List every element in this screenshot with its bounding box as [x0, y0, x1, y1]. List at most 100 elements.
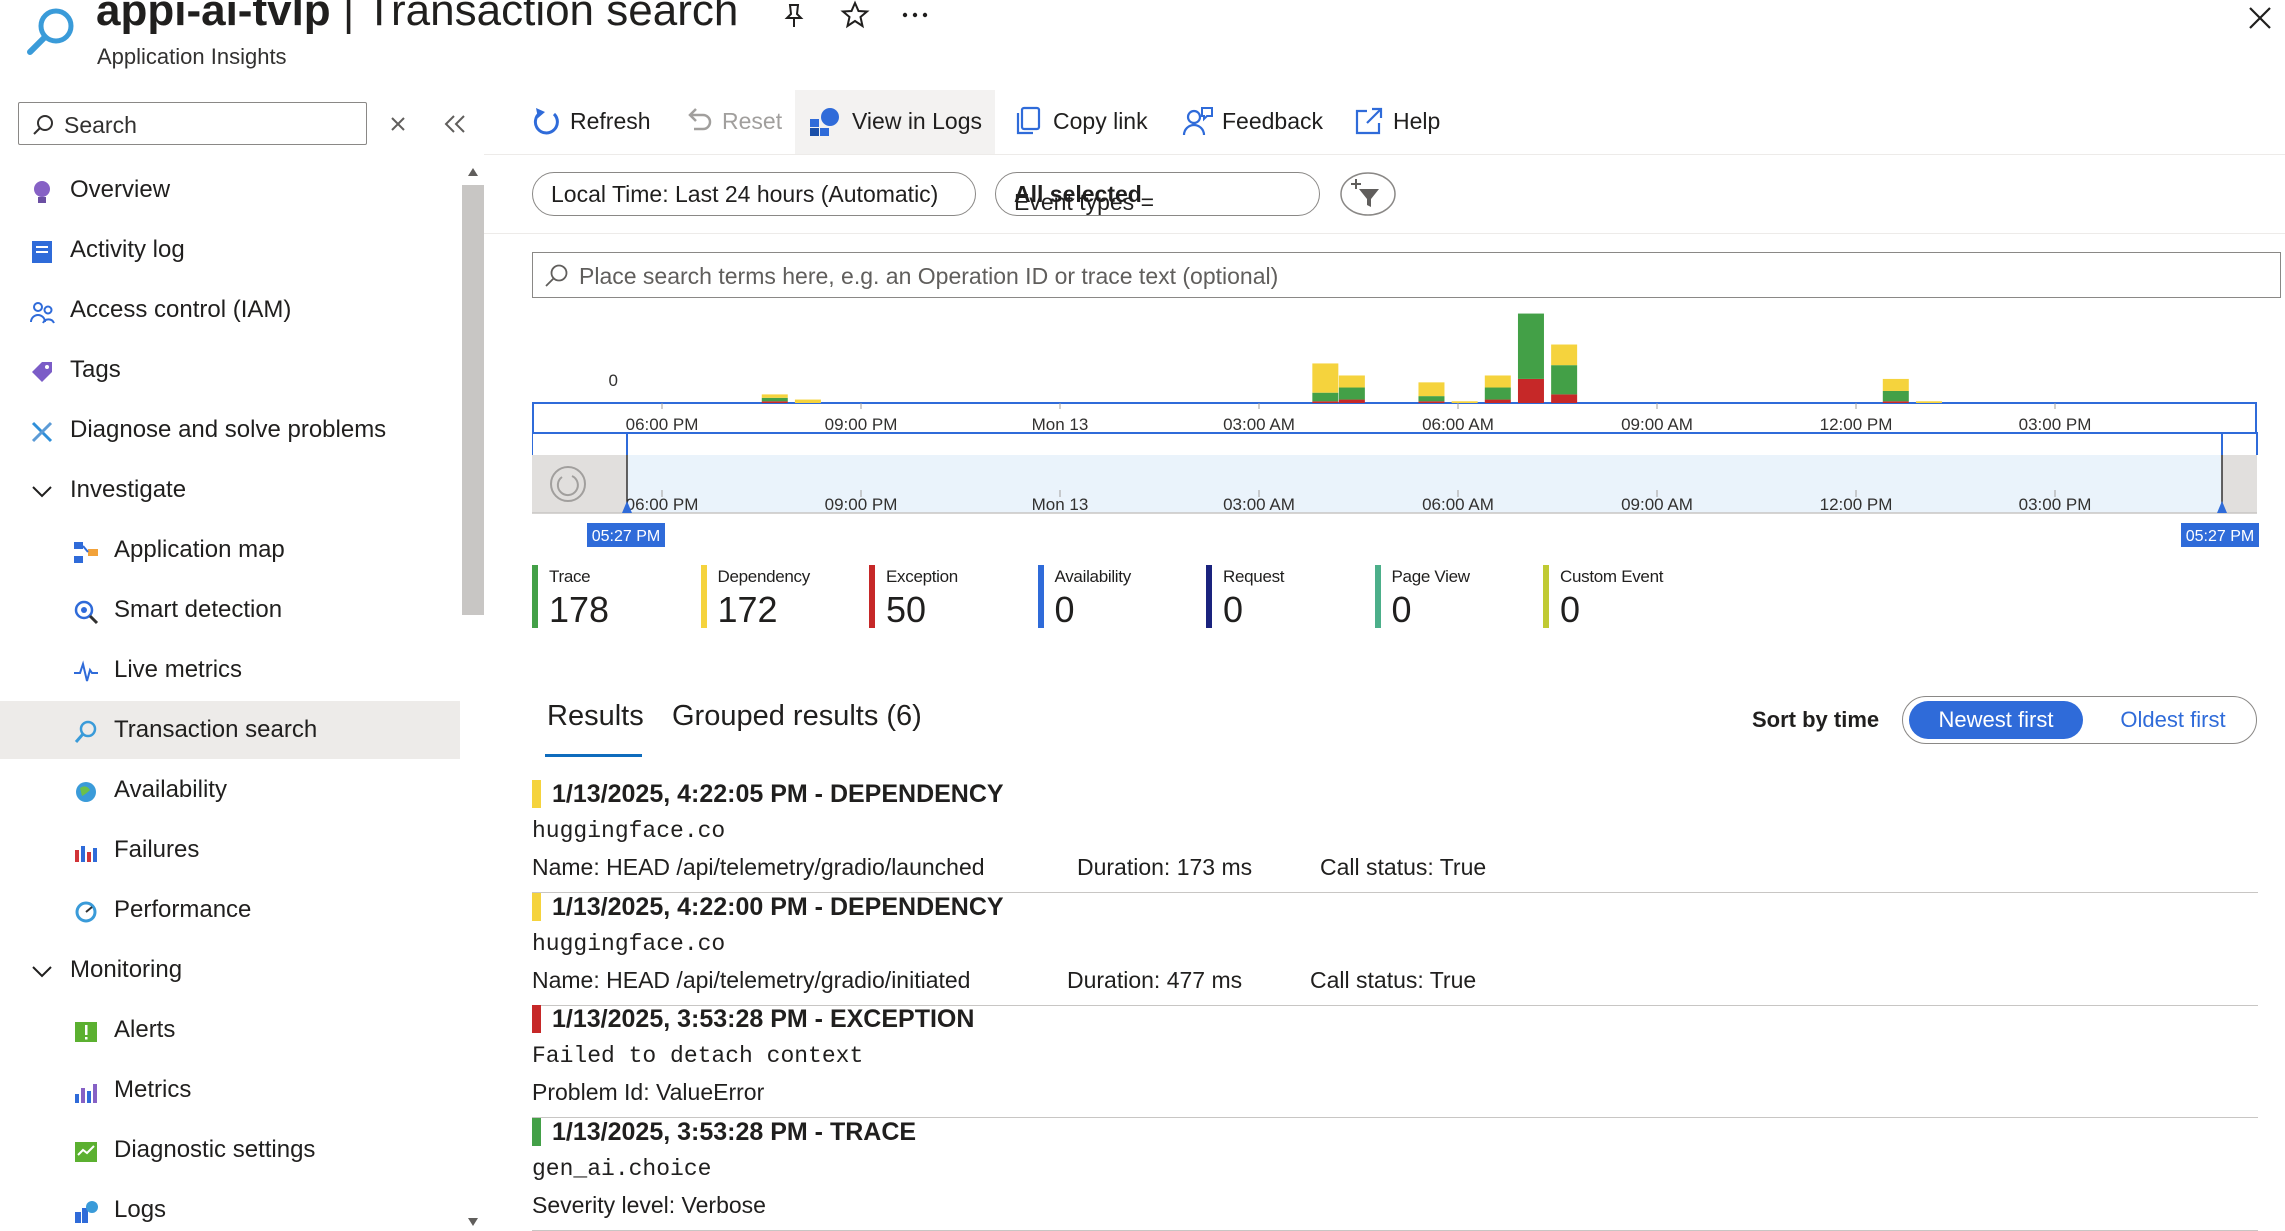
result-row[interactable]: 1/13/2025, 4:22:00 PM - DEPENDENCY huggin… [532, 892, 2258, 1006]
collapse-sidebar-icon[interactable] [443, 113, 467, 135]
legend-name: Dependency [717, 567, 811, 586]
sidebar-scroll-thumb[interactable] [462, 185, 484, 615]
nav-tick-label: 09:00 AM [1621, 495, 1693, 514]
chart-bar-dependency-10 [1915, 401, 1942, 403]
close-icon[interactable] [2246, 4, 2274, 32]
legend-item-exception[interactable]: Exception 50 [869, 565, 1029, 630]
sidebar-item-overview[interactable]: Overview [28, 176, 440, 210]
legend-item-request[interactable]: Request 0 [1206, 565, 1366, 630]
app-map-icon [74, 542, 98, 563]
sidebar-item-label: Investigate [70, 476, 187, 503]
sidebar-item-diagnose-and-solve-problems[interactable]: Diagnose and solve problems [28, 416, 440, 450]
sidebar-item-performance[interactable]: Performance [72, 896, 440, 930]
scroll-up-icon[interactable] [466, 166, 480, 178]
sort-oldest-button[interactable]: Oldest first [2098, 701, 2248, 739]
sidebar-item-label: Access control (IAM) [70, 296, 292, 323]
nav-tick-label: 09:00 PM [825, 495, 898, 514]
sidebar-item-alerts[interactable]: Alerts [72, 1016, 440, 1050]
logs-icon [810, 108, 839, 136]
search-icon [33, 115, 53, 135]
toolbar-divider [484, 154, 2285, 155]
legend-color-bar [1374, 565, 1381, 628]
help-button[interactable]: Help [1353, 90, 1453, 154]
transaction-search-input[interactable]: Place search terms here, e.g. an Operati… [532, 252, 2281, 298]
sidebar-item-availability[interactable]: Availability [72, 776, 440, 810]
refresh-button[interactable]: Refresh [530, 90, 651, 154]
sidebar-item-label: Live metrics [114, 656, 243, 683]
sidebar-item-logs[interactable]: Logs [72, 1196, 440, 1230]
chart-bar-trace-3 [1338, 387, 1365, 400]
reset-button[interactable]: Reset [682, 90, 792, 154]
events-histogram-chart[interactable]: 0 06:00 PM 09:00 PM Mon 13 03:00 AM 06:00 AM 0… [532, 305, 2262, 555]
chart-bar-dependency-8 [1551, 344, 1578, 366]
sidebar-item-smart-detection[interactable]: Smart detection [72, 596, 440, 630]
undo-icon [688, 108, 712, 131]
sidebar-item-failures[interactable]: Failures [72, 836, 440, 870]
chart-bar-exception-9 [1882, 401, 1909, 403]
legend-count: 0 [1054, 589, 1075, 630]
chart-bar-exception-0 [761, 401, 788, 403]
sidebar-item-activity-log[interactable]: Activity log [28, 236, 440, 270]
sidebar-item-label: Monitoring [70, 956, 183, 983]
chart-bar-trace-7 [1517, 313, 1544, 379]
pin-icon[interactable] [780, 2, 808, 30]
result-header: 1/13/2025, 4:22:00 PM - DEPENDENCY [552, 892, 1004, 921]
tab-grouped-results[interactable]: Grouped results (6) [672, 700, 922, 733]
event-types-pill[interactable]: Event types = All selected [995, 172, 1320, 216]
sidebar-item-diagnostic-settings[interactable]: Diagnostic settings [72, 1136, 440, 1170]
time-range-pill[interactable]: Local Time: Last 24 hours (Automatic) [532, 172, 976, 216]
clear-search-icon[interactable] [388, 114, 408, 134]
sidebar-item-monitoring[interactable]: Monitoring [28, 956, 440, 990]
diagnostic-settings-icon [75, 1142, 97, 1162]
sidebar-item-tags[interactable]: Tags [28, 356, 440, 390]
legend-item-page-view[interactable]: Page View 0 [1374, 565, 1535, 630]
star-icon[interactable] [840, 0, 870, 30]
legend-item-dependency[interactable]: Dependency 172 [700, 565, 861, 630]
sidebar-item-live-metrics[interactable]: Live metrics [72, 656, 440, 690]
result-target: huggingface.co [532, 930, 726, 957]
result-row[interactable]: 1/13/2025, 4:22:05 PM - DEPENDENCY huggin… [532, 780, 2258, 893]
result-detail-name: Severity level: Verbose [532, 1191, 766, 1218]
sidebar-item-access-control-iam[interactable]: Access control (IAM) [28, 296, 440, 330]
x-tick-label: 03:00 PM [2019, 415, 2092, 434]
x-tick-label: 06:00 AM [1422, 415, 1494, 434]
legend-item-custom-event[interactable]: Custom Event 0 [1543, 565, 1703, 630]
external-link-icon [1355, 107, 1383, 135]
legend-item-availability[interactable]: Availability 0 [1037, 565, 1198, 630]
sidebar-item-application-map[interactable]: Application map [72, 536, 440, 570]
sidebar-item-label: Smart detection [114, 596, 283, 623]
sidebar-item-label: Alerts [114, 1016, 176, 1043]
sidebar-search-input[interactable]: Search [18, 102, 367, 145]
sidebar-item-transaction-search[interactable]: Transaction search [72, 716, 440, 750]
chart-bar-exception-7 [1517, 378, 1544, 403]
sidebar-item-investigate[interactable]: Investigate [28, 476, 440, 510]
nav-tick-label: 12:00 PM [1820, 495, 1893, 514]
sidebar-item-label: Metrics [114, 1076, 192, 1103]
view-in-logs-button[interactable]: View in Logs [808, 90, 993, 154]
sort-newest-button[interactable]: Newest first [1909, 701, 2083, 739]
x-tick-label: 12:00 PM [1820, 415, 1893, 434]
result-detail-duration: Duration: 173 ms [1077, 854, 1253, 880]
sidebar-item-label: Tags [70, 356, 121, 383]
chart-bar-dependency-4 [1418, 382, 1445, 397]
add-filter-icon[interactable] [1339, 171, 1397, 217]
logs-icon [75, 1201, 98, 1223]
legend-name: Trace [549, 567, 591, 586]
copy-link-button[interactable]: Copy link [1013, 90, 1153, 154]
result-row[interactable]: 1/13/2025, 3:53:28 PM - TRACE gen_ai.choi… [532, 1117, 2258, 1231]
app-insights-search-icon [27, 8, 74, 55]
chart-bar-exception-8 [1551, 394, 1578, 403]
sidebar-item-metrics[interactable]: Metrics [72, 1076, 440, 1110]
legend-color-bar [532, 565, 538, 628]
feedback-button[interactable]: Feedback [1182, 90, 1323, 154]
legend-name: Page View [1391, 567, 1471, 586]
sidebar-item-label: Activity log [70, 236, 185, 263]
more-icon[interactable] [900, 10, 930, 20]
result-detail-duration: Duration: 477 ms [1067, 966, 1243, 993]
scroll-down-icon[interactable] [466, 1216, 480, 1228]
tab-results[interactable]: Results [547, 700, 644, 733]
chart-bar-trace-2 [1312, 392, 1339, 402]
event-type-color-bar [532, 1005, 541, 1033]
result-row[interactable]: 1/13/2025, 3:53:28 PM - EXCEPTION Failed … [532, 1005, 2258, 1118]
legend-item-trace[interactable]: Trace 178 [532, 565, 692, 630]
